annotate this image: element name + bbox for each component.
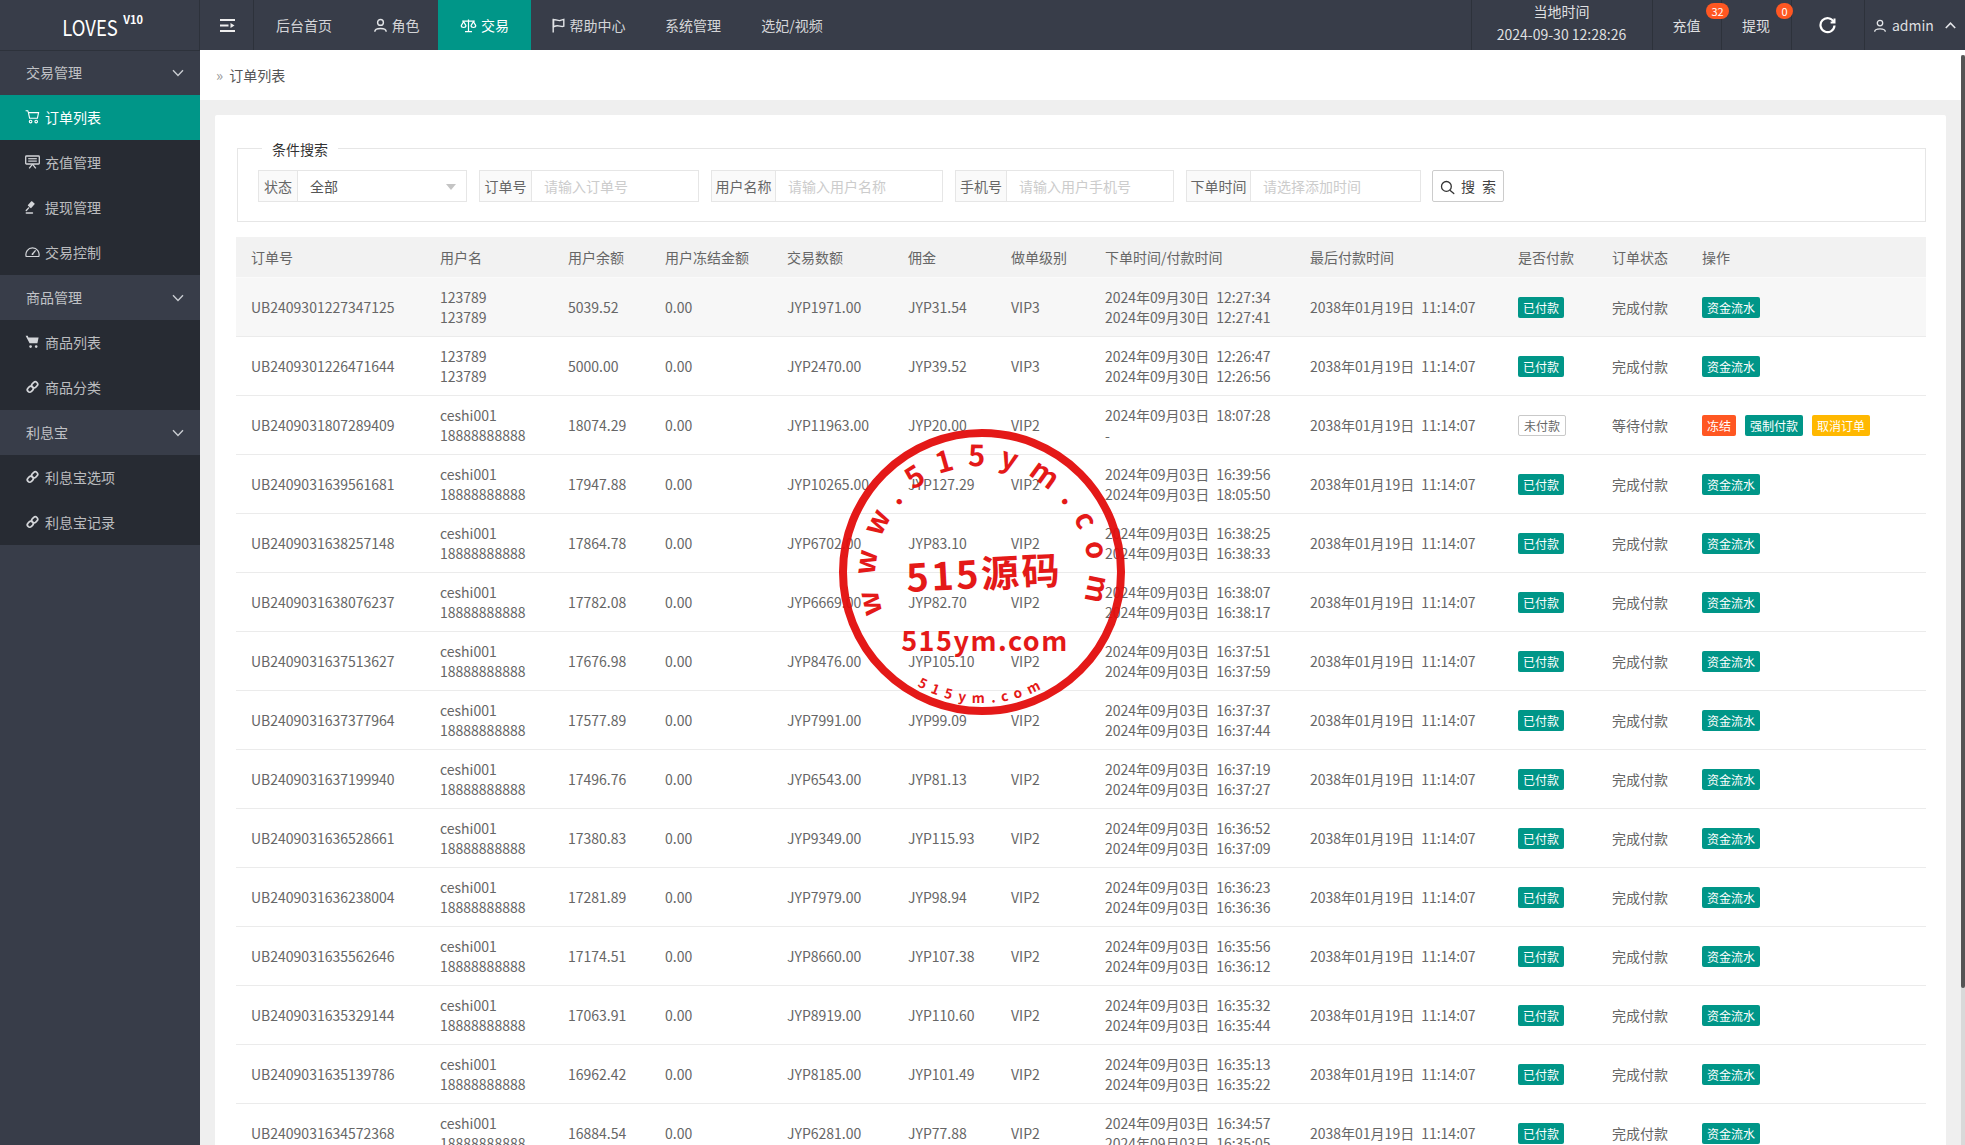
username-input[interactable]: 请输入用户名称 [775,170,943,202]
recharge-badge: 32 [1706,3,1729,19]
search-btn[interactable]: 搜 索 [1432,170,1504,202]
order-row-1: UB24093012273471251237891237895039.520.0… [236,278,1926,337]
order-row-4: UB2409031639561681ceshi00118888888888179… [236,455,1926,514]
nav-home[interactable]: 后台首页 [254,0,354,50]
nav-role[interactable]: 角色 [354,0,438,50]
menu-goods-list[interactable]: 商品列表 [0,320,200,365]
menu-lxb-option[interactable]: 利息宝选项 [0,455,200,500]
user[interactable]: admin [1864,0,1965,50]
refresh[interactable] [1791,0,1864,50]
menu-goods-cate[interactable]: 商品分类 [0,365,200,410]
menu-lxb-record[interactable]: 利息宝记录 [0,500,200,545]
menu-trade-control[interactable]: 交易控制 [0,230,200,275]
breadcrumb: »订单列表 [200,50,1965,100]
nav-help[interactable]: 帮助中心 [531,0,645,50]
time-input[interactable]: 请选择添加时间 [1250,170,1421,202]
order-row-14: UB2409031635139786ceshi00118888888888169… [236,1045,1926,1104]
menu-order-list[interactable]: 订单列表 [0,95,200,140]
menu-goods-mgr[interactable]: 商品管理 [0,275,200,320]
order-row-2: UB24093012264716441237891237895000.000.0… [236,337,1926,396]
order-row-8: UB2409031637377964ceshi00118888888888175… [236,691,1926,750]
nav-trade[interactable]: 交易 [438,0,531,50]
order-row-6: UB2409031638076237ceshi00118888888888177… [236,573,1926,632]
status-select[interactable]: 全部 [297,170,467,202]
order-row-13: UB2409031635329144ceshi00118888888888170… [236,986,1926,1045]
order-table: 订单号用户名用户余额用户冻结金额交易数额佣金做单级别下单时间/付款时间最后付款时… [236,237,1926,1145]
order-no-input[interactable]: 请输入订单号 [531,170,699,202]
nav-video[interactable]: 选妃/视频 [741,0,843,50]
table-head: 订单号用户名用户余额用户冻结金额交易数额佣金做单级别下单时间/付款时间最后付款时… [236,237,1926,278]
phone-input[interactable]: 请输入用户手机号 [1006,170,1174,202]
sidebar: 交易管理 订单列表 充值管理 提现管理 交易控制 商品管理 商品列表 商品分类 … [0,50,200,1145]
scrollbar [1961,55,1965,988]
menu-lixibao[interactable]: 利息宝 [0,410,200,455]
logo: LOVESV10 [0,0,200,50]
nav-system[interactable]: 系统管理 [645,0,741,50]
menu-trade-mgr[interactable]: 交易管理 [0,50,200,95]
order-row-9: UB2409031637199940ceshi00118888888888174… [236,750,1926,809]
search-form: 条件搜索 状态全部 订单号请输入订单号 用户名称请输入用户名称 手机号请输入用户… [237,148,1926,222]
content-card: 条件搜索 状态全部 订单号请输入订单号 用户名称请输入用户名称 手机号请输入用户… [215,115,1946,1145]
order-row-10: UB2409031636528661ceshi00118888888888173… [236,809,1926,868]
menu-recharge-mgr[interactable]: 充值管理 [0,140,200,185]
order-row-12: UB2409031635562646ceshi00118888888888171… [236,927,1926,986]
order-row-3: UB2409031807289409ceshi00118888888888180… [236,396,1926,455]
header: LOVESV10 后台首页 角色 交易 帮助中心 系统管理 选妃/视频 当地时间… [0,0,1965,50]
order-row-5: UB2409031638257148ceshi00118888888888178… [236,514,1926,573]
menu-withdraw-mgr[interactable]: 提现管理 [0,185,200,230]
order-row-7: UB2409031637513627ceshi00118888888888176… [236,632,1926,691]
withdraw-badge: 0 [1776,3,1793,19]
order-row-15: UB2409031634572368ceshi00118888888888168… [236,1104,1926,1145]
local-time: 当地时间2024-09-30 12:28:26 [1471,0,1652,50]
order-row-11: UB2409031636238004ceshi00118888888888172… [236,868,1926,927]
menu-toggle[interactable] [200,0,254,50]
